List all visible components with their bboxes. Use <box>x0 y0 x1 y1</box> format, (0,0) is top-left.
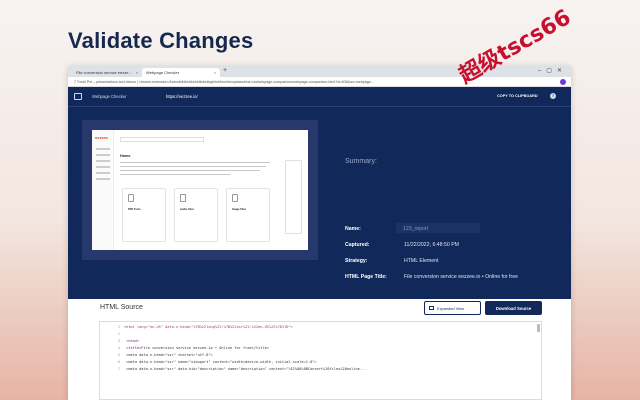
preview-card-audio: Audio Files <box>174 188 218 242</box>
summary-title: Summary: <box>345 158 377 165</box>
code-text: <meta data-n-head="ssr" charset="utf-8"> <box>124 353 213 357</box>
preview-nav-item <box>96 160 110 162</box>
preview-text-line <box>120 174 230 176</box>
preview-page: eezzee Home PDF Tools Audio Files Image … <box>92 130 308 250</box>
captured-value: 11/22/2022, 6:48:50 PM <box>404 242 459 248</box>
preview-side-panel <box>285 160 302 234</box>
address-text: 7 Tmail Pnt – presentations and videos |… <box>74 80 374 84</box>
line-number: 3 <box>117 339 120 343</box>
file-icon <box>232 194 238 202</box>
strategy-value: HTML Element <box>404 258 439 264</box>
html-source-code[interactable]: 1 <html lang="en-US" data-n-head="%7B%22l… <box>99 321 542 400</box>
name-label: Name: <box>345 226 361 232</box>
address-bar[interactable]: 7 Tmail Pnt – presentations and videos |… <box>68 77 571 87</box>
profile-avatar[interactable] <box>560 79 566 85</box>
expanded-view-label: Expanded View <box>437 306 464 311</box>
preview-sidebar: eezzee <box>92 130 114 250</box>
code-line: 3 <head> <box>100 339 540 345</box>
captured-label: Captured: <box>345 242 370 248</box>
line-number: 1 <box>117 325 120 329</box>
window-controls[interactable]: –▢✕ <box>538 67 567 74</box>
preview-text-line <box>120 170 260 172</box>
code-text: <meta data-n-head="ssr" name="viewport" … <box>124 360 317 364</box>
preview-nav-item <box>96 166 110 168</box>
copy-to-clipboard-button[interactable]: COPY TO CLIPBOARD <box>497 94 538 98</box>
help-icon[interactable]: ? <box>550 93 556 99</box>
browser-tab-eezzee[interactable]: × File conversion service eezze... <box>72 68 142 77</box>
webpage-checker-app: Webpage Checker https://eezzee.io/ COPY … <box>68 87 571 299</box>
preview-card-pdf: PDF Tools <box>122 188 166 242</box>
file-icon <box>180 194 186 202</box>
preview-nav-item <box>96 148 110 150</box>
screenshot-preview[interactable]: eezzee Home PDF Tools Audio Files Image … <box>82 120 318 260</box>
code-text: <head> <box>124 339 140 343</box>
line-number: 6 <box>117 360 120 364</box>
preview-card-image: Image Files <box>226 188 270 242</box>
code-line: 4 <title>File conversion service eezzee.… <box>100 346 540 352</box>
strategy-label: Strategy: <box>345 258 368 264</box>
preview-card-title: Audio Files <box>180 208 194 211</box>
preview-text-line <box>120 166 266 168</box>
code-scrollbar[interactable] <box>537 324 540 332</box>
preview-text-line <box>120 162 270 164</box>
file-icon <box>128 194 134 202</box>
tab-label: File conversion service eezze... <box>76 70 132 75</box>
browser-tab-webpage-checker[interactable]: × Webpage Checker <box>142 68 220 77</box>
code-text: <meta data-n-head="ssr" data-hid="descri… <box>124 367 367 371</box>
page-title-label: HTML Page Title: <box>345 274 387 280</box>
page-headline: Validate Changes <box>68 28 254 53</box>
checked-url: https://eezzee.io/ <box>166 94 198 99</box>
tab-label: Webpage Checker <box>146 70 180 75</box>
expanded-view-button[interactable]: Expanded View <box>424 301 481 315</box>
code-text: <html lang="en-US" data-n-head="%7B%22la… <box>124 325 293 329</box>
line-number: 4 <box>117 346 120 350</box>
html-source-section: HTML Source Expanded View Download Sourc… <box>68 299 571 400</box>
line-number: 7 <box>117 367 120 371</box>
code-line: 6 <meta data-n-head="ssr" name="viewport… <box>100 360 540 366</box>
app-header: Webpage Checker https://eezzee.io/ COPY … <box>68 87 571 107</box>
preview-nav-item <box>96 178 110 180</box>
code-line: 2 <box>100 332 540 338</box>
code-text: <title>File conversion service eezzee.io… <box>124 346 269 350</box>
expand-icon <box>429 306 434 310</box>
download-source-button[interactable]: Download Source <box>485 301 542 315</box>
code-line: 7 <meta data-n-head="ssr" data-hid="desc… <box>100 367 540 373</box>
app-logo-icon <box>74 93 82 100</box>
preview-nav-item <box>96 172 110 174</box>
preview-logo: eezzee <box>95 135 108 140</box>
code-line: 5 <meta data-n-head="ssr" charset="utf-8… <box>100 353 540 359</box>
preview-card-title: PDF Tools <box>128 208 141 211</box>
report-name-input[interactable]: 123_report <box>396 223 480 233</box>
browser-window: × File conversion service eezze... × Webpa… <box>68 66 571 400</box>
preview-page-title: Home <box>120 154 131 158</box>
new-tab-button[interactable]: + <box>223 67 227 74</box>
close-icon[interactable]: × <box>214 70 216 75</box>
html-source-title: HTML Source <box>100 304 143 311</box>
line-number: 2 <box>117 332 120 336</box>
preview-nav-item <box>96 154 110 156</box>
code-line: 1 <html lang="en-US" data-n-head="%7B%22l… <box>100 325 540 331</box>
page-title-value: File conversion service eezzee.io • Onli… <box>404 274 518 280</box>
preview-card-title: Image Files <box>232 208 247 211</box>
preview-search-bar <box>120 137 204 142</box>
close-icon[interactable]: × <box>136 70 138 75</box>
app-name: Webpage Checker <box>92 94 127 99</box>
line-number: 5 <box>117 353 120 357</box>
